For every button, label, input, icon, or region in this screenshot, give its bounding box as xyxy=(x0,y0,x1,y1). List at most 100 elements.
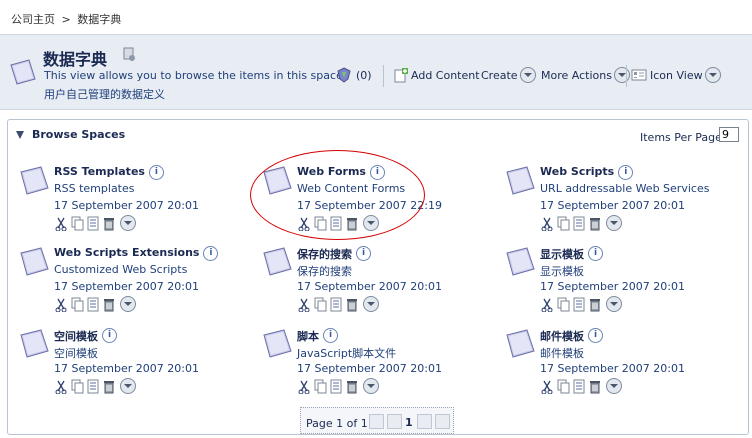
space-item-title[interactable]: RSS Templates xyxy=(54,165,145,178)
space-item-name[interactable]: 邮件模板 i xyxy=(540,328,603,344)
space-item-title[interactable]: Web Scripts xyxy=(540,165,614,178)
space-item: 邮件模板 i 邮件模板 17 September 2007 20:01 xyxy=(504,326,734,401)
delete-icon[interactable] xyxy=(345,379,359,394)
copy-icon[interactable] xyxy=(313,379,327,394)
previous-page-icon[interactable] xyxy=(387,414,402,429)
details-icon[interactable] xyxy=(86,297,100,312)
details-icon[interactable] xyxy=(86,379,100,394)
delete-icon[interactable] xyxy=(345,297,359,312)
space-icon[interactable] xyxy=(504,328,536,358)
next-page-icon[interactable] xyxy=(417,414,432,429)
delete-icon[interactable] xyxy=(588,216,602,231)
space-item-title[interactable]: 邮件模板 xyxy=(540,330,584,343)
copy-icon[interactable] xyxy=(70,297,84,312)
cut-icon[interactable] xyxy=(297,297,311,312)
more-actions-icon[interactable] xyxy=(606,215,622,231)
delete-icon[interactable] xyxy=(588,379,602,394)
more-actions-icon[interactable] xyxy=(120,296,136,312)
details-icon[interactable] xyxy=(329,379,343,394)
cut-icon[interactable] xyxy=(54,297,68,312)
space-item-title[interactable]: 空间模板 xyxy=(54,330,98,343)
clipboard-count[interactable]: (0) xyxy=(336,66,372,84)
cut-icon[interactable] xyxy=(297,379,311,394)
space-icon[interactable] xyxy=(261,246,293,276)
space-icon[interactable] xyxy=(504,165,536,195)
cut-icon[interactable] xyxy=(540,297,554,312)
info-icon[interactable]: i xyxy=(618,165,634,180)
cut-icon[interactable] xyxy=(540,379,554,394)
browse-spaces-toggle[interactable]: Browse Spaces xyxy=(16,128,125,141)
space-item-name[interactable]: RSS Templates i xyxy=(54,165,164,180)
collapse-triangle-icon[interactable] xyxy=(16,131,24,139)
breadcrumb-home-link[interactable]: 公司主页 xyxy=(11,13,55,26)
more-actions-icon[interactable] xyxy=(606,378,622,394)
space-item-description: 空间模板 xyxy=(54,347,98,360)
space-description-en: This view allows you to browse the items… xyxy=(44,69,347,82)
space-item-name[interactable]: Web Scripts Extensions i xyxy=(54,246,219,261)
copy-icon[interactable] xyxy=(70,379,84,394)
breadcrumb-current[interactable]: 数据字典 xyxy=(77,13,121,26)
more-actions-icon[interactable] xyxy=(363,296,379,312)
space-item-name[interactable]: 显示模板 i xyxy=(540,246,603,262)
space-item: Web Scripts Extensions i Customized Web Sc… xyxy=(18,244,248,319)
space-header: 数据字典 This view allows you to browse the … xyxy=(0,34,752,110)
space-item-title[interactable]: 脚本 xyxy=(297,330,319,343)
delete-icon[interactable] xyxy=(102,297,116,312)
info-icon[interactable]: i xyxy=(148,165,164,180)
details-icon[interactable] xyxy=(572,297,586,312)
space-icon[interactable] xyxy=(18,246,50,276)
copy-icon[interactable] xyxy=(556,216,570,231)
last-page-icon[interactable] xyxy=(435,414,450,429)
add-content-label: Add Content xyxy=(411,68,480,82)
rss-feed-icon[interactable] xyxy=(121,46,137,62)
items-per-page-input[interactable] xyxy=(719,127,739,142)
more-actions-icon[interactable] xyxy=(363,378,379,394)
chevron-down-icon[interactable] xyxy=(704,67,721,83)
copy-icon[interactable] xyxy=(556,297,570,312)
space-item-name[interactable]: 保存的搜索 i xyxy=(297,246,371,262)
cut-icon[interactable] xyxy=(540,216,554,231)
more-actions-icon[interactable] xyxy=(120,378,136,394)
items-per-page-label: Items Per Page xyxy=(640,131,722,144)
view-mode-menu[interactable]: Icon View xyxy=(631,66,721,84)
space-item-title[interactable]: 显示模板 xyxy=(540,248,584,261)
create-menu[interactable]: Create xyxy=(481,66,536,84)
space-item-name[interactable]: Web Scripts i xyxy=(540,165,634,180)
info-icon[interactable]: i xyxy=(203,246,219,261)
space-icon[interactable] xyxy=(261,328,293,358)
space-icon[interactable] xyxy=(504,246,536,276)
space-icon[interactable] xyxy=(18,328,50,358)
info-icon[interactable]: i xyxy=(356,246,371,261)
delete-icon[interactable] xyxy=(588,297,602,312)
add-content-button[interactable]: Add Content xyxy=(393,66,480,84)
details-icon[interactable] xyxy=(572,379,586,394)
details-icon[interactable] xyxy=(86,216,100,231)
delete-icon[interactable] xyxy=(102,379,116,394)
info-icon[interactable]: i xyxy=(102,328,117,343)
space-item-title[interactable]: 保存的搜索 xyxy=(297,248,352,261)
details-icon[interactable] xyxy=(572,216,586,231)
info-icon[interactable]: i xyxy=(323,328,338,343)
space-icon[interactable] xyxy=(18,165,50,195)
more-actions-icon[interactable] xyxy=(606,296,622,312)
delete-icon[interactable] xyxy=(102,216,116,231)
info-icon[interactable]: i xyxy=(588,246,603,261)
copy-icon[interactable] xyxy=(70,216,84,231)
space-item-title[interactable]: Web Scripts Extensions xyxy=(54,246,199,259)
chevron-down-icon[interactable] xyxy=(613,67,630,83)
space-item-name[interactable]: 脚本 i xyxy=(297,328,338,344)
first-page-icon[interactable] xyxy=(369,414,384,429)
chevron-down-icon[interactable] xyxy=(519,67,536,83)
space-item-actions xyxy=(540,296,622,312)
more-actions-icon[interactable] xyxy=(120,215,136,231)
breadcrumb-separator: > xyxy=(61,13,71,26)
cut-icon[interactable] xyxy=(54,379,68,394)
details-icon[interactable] xyxy=(329,297,343,312)
space-item-actions xyxy=(54,378,136,394)
cut-icon[interactable] xyxy=(54,216,68,231)
info-icon[interactable]: i xyxy=(588,328,603,343)
copy-icon[interactable] xyxy=(313,297,327,312)
copy-icon[interactable] xyxy=(556,379,570,394)
space-item-name[interactable]: 空间模板 i xyxy=(54,328,117,344)
more-actions-menu[interactable]: More Actions xyxy=(541,66,630,84)
